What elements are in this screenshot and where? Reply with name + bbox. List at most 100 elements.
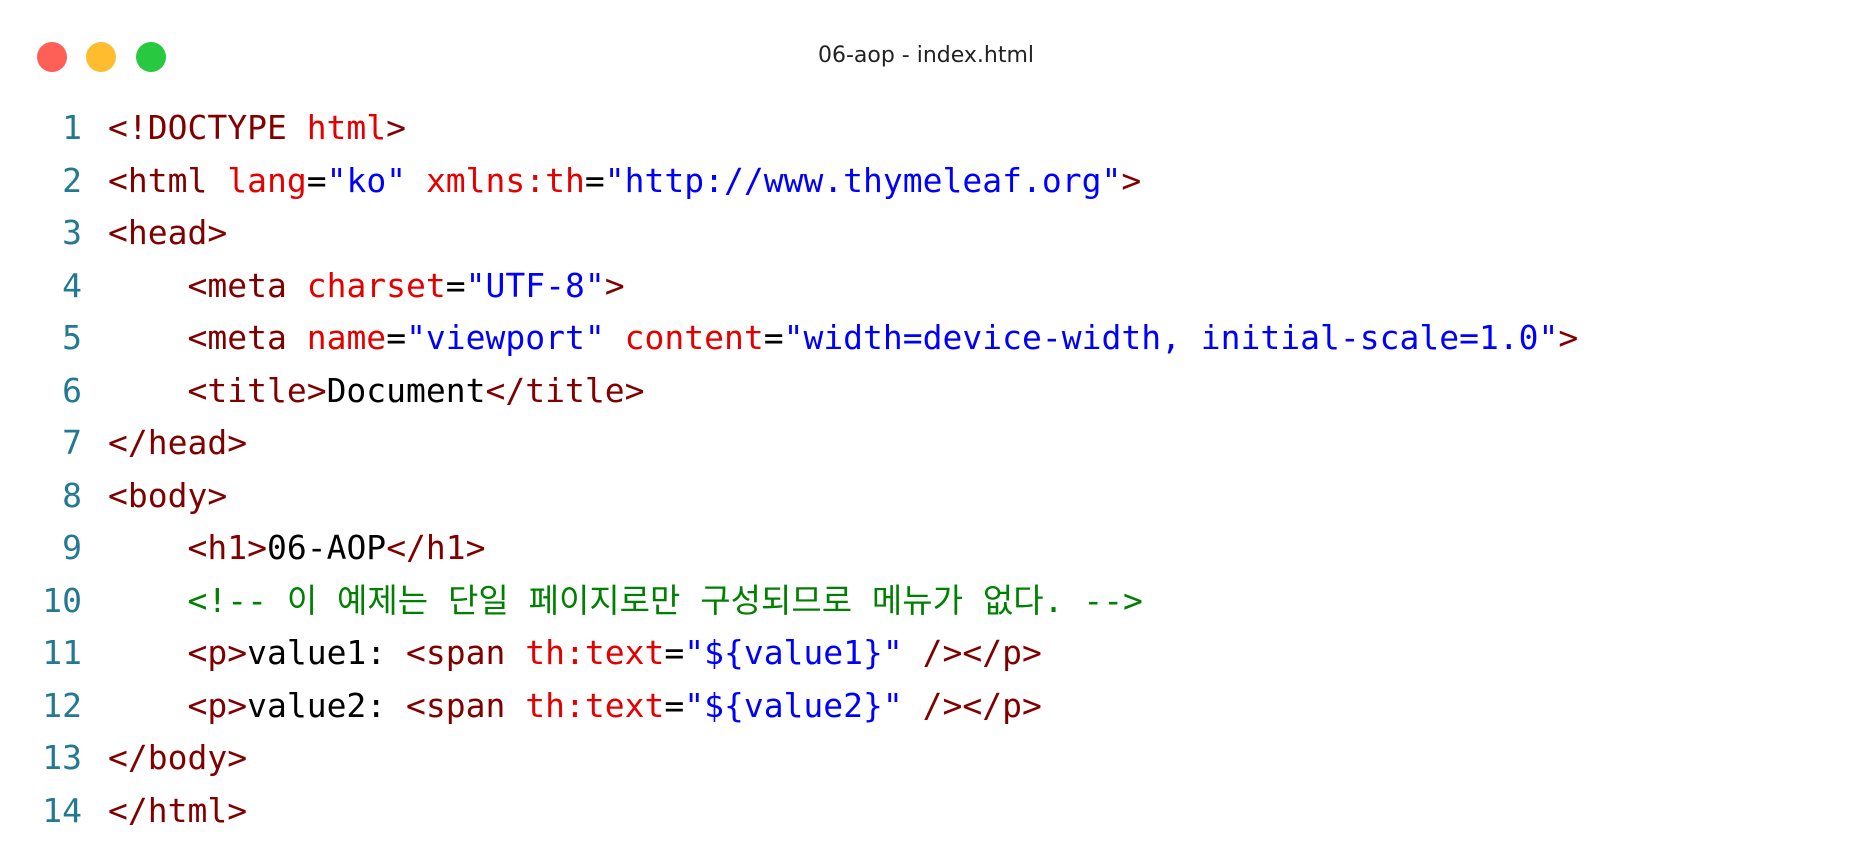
code-line[interactable]: 6 <title>Document</title>	[0, 365, 1852, 418]
code-token-com: <!-- 이 예제는 단일 페이지로만 구성되므로 메뉴가 없다. -->	[187, 580, 1143, 620]
code-token-txt: =	[664, 633, 685, 672]
code-token-tag: </body>	[108, 738, 248, 777]
code-line[interactable]: 10 <!-- 이 예제는 단일 페이지로만 구성되므로 메뉴가 없다. -->	[0, 575, 1852, 628]
line-number: 9	[62, 528, 82, 567]
code-token-attr: content	[624, 318, 764, 357]
line-content: <h1>06-AOP</h1>	[108, 522, 486, 575]
code-token-attr: html	[306, 108, 387, 147]
line-number: 6	[62, 370, 82, 410]
code-token-tag: <head>	[108, 213, 228, 252]
line-number: 10	[42, 580, 82, 620]
code-token-tag: </head>	[108, 423, 248, 462]
code-token-tag: >	[386, 108, 407, 147]
window-title: 06-aop - index.html	[817, 43, 1035, 68]
line-number: 5	[62, 318, 82, 357]
code-token-str: "http://www.thymeleaf.org"	[604, 160, 1122, 200]
line-content: </body>	[108, 732, 247, 785]
code-token-tag: >	[1558, 318, 1579, 357]
line-number: 2	[62, 160, 82, 200]
code-token-tag: >	[604, 265, 625, 305]
line-number: 11	[42, 633, 82, 672]
code-token-attr: xmlns:th	[425, 160, 585, 200]
line-number: 3	[62, 213, 82, 252]
code-token-txt: =	[664, 685, 685, 725]
code-line[interactable]: 3 <head>	[0, 207, 1852, 260]
code-token-txt: =	[306, 160, 327, 200]
code-token-txt: =	[386, 318, 407, 357]
code-token-attr: name	[306, 318, 387, 357]
code-line[interactable]: 9 <h1>06-AOP</h1>	[0, 522, 1852, 575]
line-content: <html lang="ko" xmlns:th="http://www.thy…	[108, 155, 1141, 208]
code-token-tag: <span	[406, 633, 526, 672]
code-token-attr: th:text	[525, 633, 665, 672]
code-line[interactable]: 5 <meta name="viewport" content="width=d…	[0, 312, 1852, 365]
line-content: <meta charset="UTF-8">	[108, 260, 625, 313]
code-token-tag: <body>	[108, 475, 228, 515]
line-content: <!DOCTYPE html>	[108, 102, 406, 155]
line-content: <meta name="viewport" content="width=dev…	[108, 312, 1578, 365]
code-token-txt: =	[445, 265, 466, 305]
code-token-tag: /></p>	[922, 685, 1042, 725]
code-token-attr: charset	[306, 265, 446, 305]
code-line[interactable]: 7 </head>	[0, 417, 1852, 470]
code-token-tag: </title>	[485, 370, 645, 410]
code-token-str: "width=device-width, initial-scale=1.0"	[783, 318, 1559, 357]
code-token-tag: /></p>	[922, 633, 1042, 672]
code-token-tag: <span	[406, 685, 526, 725]
code-token-str: "${value2}"	[684, 685, 903, 725]
code-token-str: "viewport"	[406, 318, 605, 357]
line-number: 4	[62, 265, 82, 305]
code-token-tag: <meta	[187, 265, 307, 305]
code-line[interactable]: 12 <p>value2: <span th:text="${value2}" …	[0, 680, 1852, 733]
code-token-attr: th:text	[525, 685, 665, 725]
code-line[interactable]: 1 <!DOCTYPE html>	[0, 102, 1852, 155]
code-token-attr: lang	[227, 160, 307, 200]
code-token-str: "ko"	[326, 160, 407, 200]
line-number: 1	[62, 108, 82, 147]
line-number: 12	[42, 685, 82, 725]
window-titlebar: 06-aop - index.html	[0, 0, 1852, 112]
code-token-tag: <html	[108, 160, 228, 200]
code-token-txt: =	[584, 160, 605, 200]
code-token-tag: >	[1121, 160, 1142, 200]
line-content: </head>	[108, 417, 247, 470]
code-token-tag: <title>	[187, 370, 327, 410]
line-content: <p>value1: <span th:text="${value1}" /><…	[108, 627, 1042, 680]
code-line[interactable]: 14 </html>	[0, 785, 1852, 838]
code-line[interactable]: 11 <p>value1: <span th:text="${value1}" …	[0, 627, 1852, 680]
line-number: 13	[42, 738, 82, 777]
line-content: <head>	[108, 207, 227, 260]
line-number: 14	[42, 790, 82, 830]
code-line[interactable]: 13 </body>	[0, 732, 1852, 785]
code-token-tag: <p>	[187, 685, 248, 725]
code-token-tag: </html>	[108, 790, 248, 830]
line-number: 7	[62, 423, 82, 462]
line-content: <title>Document</title>	[108, 365, 644, 418]
code-token-tag: <meta	[187, 318, 307, 357]
code-token-tag: <p>	[187, 633, 248, 672]
code-token-txt: =	[763, 318, 784, 357]
code-line[interactable]: 4 <meta charset="UTF-8">	[0, 260, 1852, 313]
line-content: <body>	[108, 470, 227, 523]
line-number: 8	[62, 475, 82, 515]
code-token-str: "${value1}"	[684, 633, 903, 672]
line-content: <p>value2: <span th:text="${value2}" /><…	[108, 680, 1042, 733]
code-token-txt: Document	[326, 370, 486, 410]
code-line[interactable]: 2 <html lang="ko" xmlns:th="http://www.th…	[0, 155, 1852, 208]
code-token-txt: 06-AOP	[266, 528, 387, 567]
code-line[interactable]: 8 <body>	[0, 470, 1852, 523]
code-editor[interactable]: 1 <!DOCTYPE html> 2 <html lang="ko" xmlns:t…	[0, 102, 1852, 837]
code-token-txt: value1:	[247, 633, 407, 672]
code-token-tag: </h1>	[386, 528, 486, 567]
